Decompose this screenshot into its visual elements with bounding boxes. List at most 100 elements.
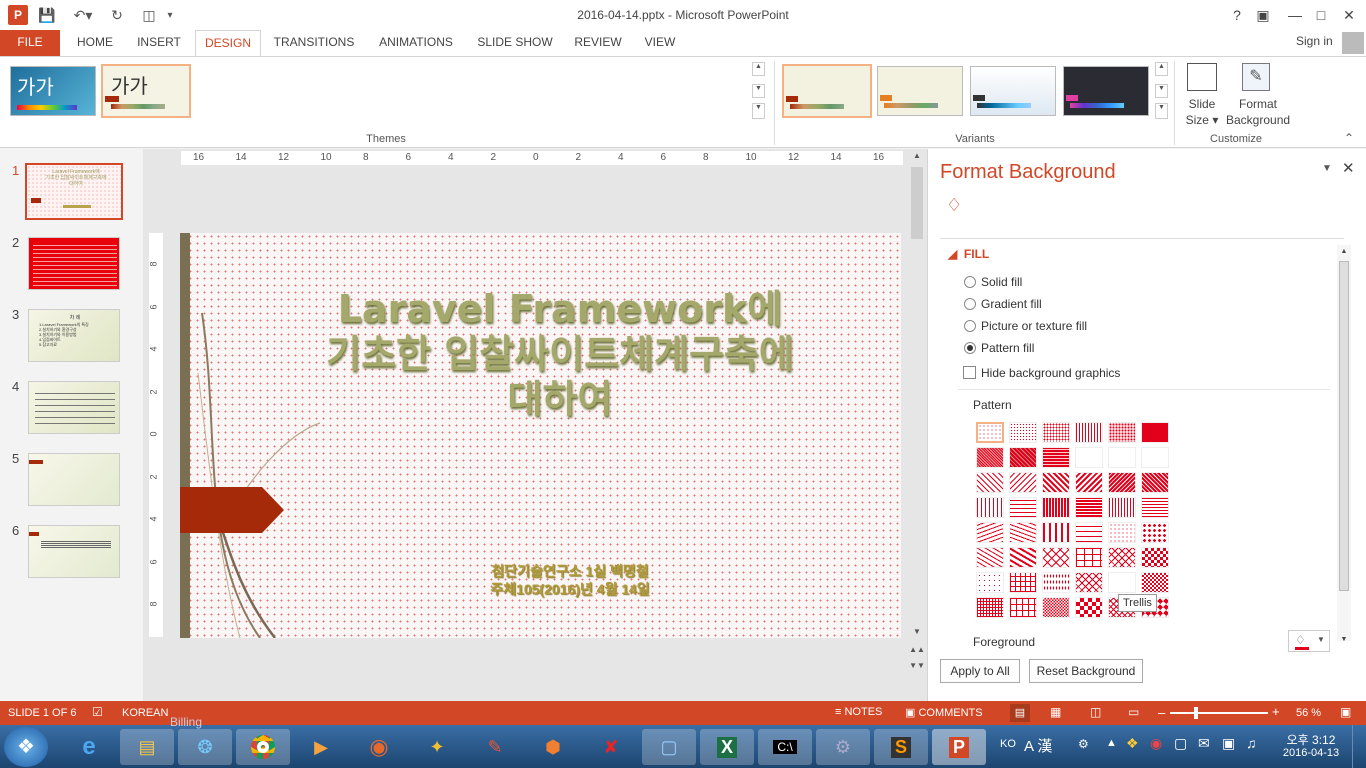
pane-scroll-down[interactable]: ▼ (1337, 633, 1351, 647)
pattern-swatch[interactable] (976, 597, 1004, 618)
slide-show-icon[interactable]: ▭ (1128, 705, 1139, 719)
ime-mode[interactable]: A 漢 (1024, 735, 1052, 756)
variant-thumbnail-3[interactable] (970, 66, 1056, 116)
pattern-swatch[interactable] (1042, 522, 1070, 543)
pattern-swatch[interactable] (1042, 422, 1070, 443)
pattern-swatch[interactable] (1108, 522, 1136, 543)
clock-time[interactable]: 오후 3:12 (1276, 731, 1346, 748)
zoom-level[interactable]: 56 % (1296, 707, 1321, 719)
pattern-swatch[interactable] (1042, 597, 1070, 618)
pattern-swatch[interactable] (1009, 547, 1037, 568)
explorer-icon[interactable]: ▤ (120, 729, 174, 765)
slide-thumbnail-5[interactable] (28, 453, 120, 506)
pattern-swatch[interactable] (1075, 447, 1103, 468)
reading-view-icon[interactable]: ◫ (1090, 705, 1101, 719)
slide-size-button[interactable]: Slide Size ▾ (1180, 61, 1224, 131)
pattern-swatch[interactable] (1009, 597, 1037, 618)
pattern-swatch[interactable] (1108, 497, 1136, 518)
pattern-swatch[interactable] (1075, 522, 1103, 543)
avatar[interactable] (1342, 32, 1364, 54)
fill-bucket-icon[interactable]: ♢ (946, 195, 972, 221)
pane-close-icon[interactable]: ✕ (1342, 159, 1355, 177)
slide-thumbnail-6[interactable] (28, 525, 120, 578)
pattern-swatch[interactable] (976, 447, 1004, 468)
pattern-swatch[interactable] (1042, 447, 1070, 468)
pattern-swatch[interactable] (1075, 472, 1103, 493)
gradient-fill-label[interactable]: Gradient fill (981, 297, 1042, 311)
start-button[interactable]: ❖ (4, 727, 48, 767)
ie-icon[interactable]: e (62, 729, 116, 765)
volume-icon[interactable]: ♫ (1246, 735, 1257, 751)
pattern-swatch[interactable] (1075, 547, 1103, 568)
sign-in-link[interactable]: Sign in (1296, 34, 1333, 48)
slide-subtitle[interactable]: 첨단기술연구소 1실 백명철 주체105(2016)년 4월 14일 (330, 562, 810, 598)
pattern-swatch[interactable] (1075, 422, 1103, 443)
app-icon-5[interactable]: ⚙ (816, 729, 870, 765)
slide-thumbnail-4[interactable] (28, 381, 120, 434)
normal-view-icon[interactable]: ▤ (1010, 704, 1030, 722)
variant-thumbnail-1[interactable] (782, 64, 872, 118)
themes-more[interactable]: ▼ (752, 103, 765, 119)
variant-thumbnail-2[interactable] (877, 66, 963, 116)
pattern-swatch[interactable] (1141, 497, 1169, 518)
themes-scroll-down[interactable]: ▼ (752, 84, 765, 98)
show-desktop-button[interactable] (1352, 725, 1366, 768)
solid-fill-radio[interactable] (964, 276, 976, 288)
pattern-swatch[interactable] (976, 472, 1004, 493)
tray-icon-1[interactable]: ❖ (1126, 735, 1139, 752)
scrollbar-thumb[interactable] (911, 167, 923, 239)
theme-thumbnail-2[interactable]: 가가 (101, 64, 191, 118)
zoom-slider-thumb[interactable] (1194, 707, 1198, 719)
pattern-swatch[interactable] (1009, 522, 1037, 543)
pattern-swatch[interactable] (1141, 447, 1169, 468)
tab-home[interactable]: HOME (68, 30, 122, 56)
solid-fill-label[interactable]: Solid fill (981, 275, 1022, 289)
pattern-swatch[interactable] (1108, 422, 1136, 443)
tray-icon-3[interactable]: ▢ (1174, 735, 1187, 752)
pattern-swatch[interactable] (976, 497, 1004, 518)
gradient-fill-radio[interactable] (964, 298, 976, 310)
pattern-swatch[interactable] (1075, 572, 1103, 593)
hide-background-checkbox[interactable] (963, 366, 976, 379)
slide-canvas[interactable]: Laravel Framework에 기초한 입찰싸이트체계구축에 대하여 첨단… (180, 233, 901, 638)
powerpoint-taskbar-icon[interactable]: P (932, 729, 986, 765)
variant-thumbnail-4[interactable] (1063, 66, 1149, 116)
pattern-fill-radio[interactable] (964, 342, 976, 354)
scroll-up-arrow[interactable]: ▲ (909, 151, 925, 165)
slide-thumbnail-2[interactable] (28, 237, 120, 290)
pane-scroll-up[interactable]: ▲ (1337, 245, 1351, 259)
show-hidden-icons[interactable]: ▲ (1106, 737, 1117, 749)
ime-language[interactable]: KO (1000, 738, 1016, 750)
pattern-swatch[interactable] (1108, 547, 1136, 568)
ime-options-icon[interactable]: ⚙ (1078, 737, 1089, 751)
pattern-swatch[interactable] (1009, 572, 1037, 593)
fit-slide-icon[interactable]: ▣ (1340, 705, 1351, 719)
pattern-swatch[interactable] (1042, 472, 1070, 493)
pattern-swatch[interactable] (1009, 497, 1037, 518)
app-icon-3[interactable]: ⬢ (526, 729, 580, 765)
slide-thumbnail-3[interactable]: 차 례 1.Laravel Framework의 특징 2.설치하기와 환경구성 3… (28, 309, 120, 362)
zoom-in-icon[interactable]: + (1272, 704, 1280, 719)
pattern-swatch[interactable] (1075, 497, 1103, 518)
picture-texture-fill-radio[interactable] (964, 320, 976, 332)
app-icon-4[interactable]: ✘ (584, 729, 638, 765)
pattern-swatch[interactable] (1075, 597, 1103, 618)
clock-date[interactable]: 2016-04-13 (1276, 747, 1346, 759)
sublime-icon[interactable]: S (874, 729, 928, 765)
tray-icon-4[interactable]: ✉ (1198, 735, 1210, 752)
format-background-button[interactable]: ✎ Format Background (1226, 61, 1290, 131)
zoom-out-icon[interactable]: – (1158, 705, 1165, 720)
pattern-swatch[interactable] (1108, 447, 1136, 468)
notes-button[interactable]: ≡ NOTES (835, 706, 882, 718)
slide-title[interactable]: Laravel Framework에 기초한 입찰싸이트체계구축에 대하여 (260, 287, 860, 422)
pattern-swatch[interactable] (1042, 547, 1070, 568)
ribbon-display-icon[interactable]: ▣ (1246, 0, 1280, 30)
variants-scroll-up[interactable]: ▲ (1155, 62, 1168, 76)
zoom-slider[interactable] (1170, 707, 1268, 719)
hide-background-label[interactable]: Hide background graphics (981, 366, 1120, 380)
firefox-icon[interactable]: ◉ (352, 729, 406, 765)
tab-view[interactable]: VIEW (636, 30, 684, 56)
cmd-icon[interactable]: C:\ (758, 729, 812, 765)
pattern-swatch[interactable] (1141, 422, 1169, 443)
pattern-swatch[interactable] (1042, 497, 1070, 518)
